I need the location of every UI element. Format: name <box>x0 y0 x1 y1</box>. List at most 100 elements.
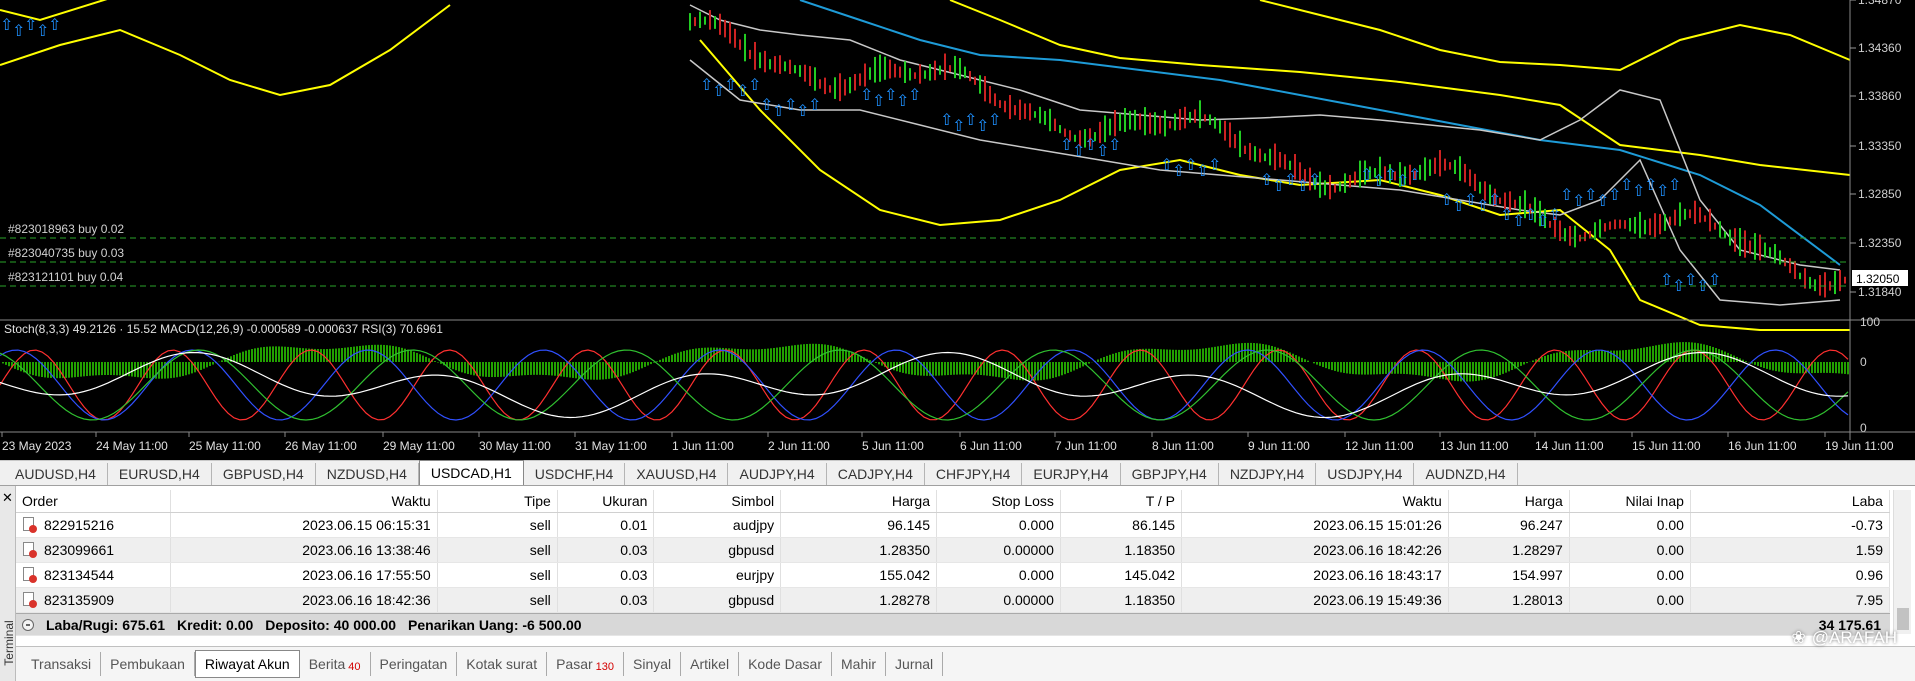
symbol-tab-nzdjpy-h4[interactable]: NZDJPY,H4 <box>1219 463 1317 485</box>
tab-berita[interactable]: Berita 40 <box>300 652 371 676</box>
table-row[interactable]: 823134544 2023.06.16 17:55:50 sell 0.03 eurj… <box>16 563 1890 588</box>
table-cell: eurjpy <box>654 563 782 587</box>
symbol-tab-gbpjpy-h4[interactable]: GBPJPY,H4 <box>1121 463 1219 485</box>
tab-transaksi[interactable]: Transaksi <box>22 652 102 676</box>
symbol-tab-nzdusd-h4[interactable]: NZDUSD,H4 <box>316 463 419 485</box>
order-cell: 823099661 <box>16 538 171 562</box>
table-cell: 0.00 <box>1570 538 1691 562</box>
tab-riwayat-akun[interactable]: Riwayat Akun <box>194 650 300 678</box>
watermark-logo-icon: ❀ <box>1791 628 1806 647</box>
time-label: 25 May 11:00 <box>189 439 261 453</box>
column-header-harga[interactable]: Harga <box>1449 490 1570 512</box>
watermark: ❀ @ARAFAH <box>1791 628 1897 648</box>
tab-label: Transaksi <box>31 656 92 672</box>
table-cell: 0.96 <box>1691 563 1890 587</box>
buy-arrow-icon: ⇧ <box>1668 175 1681 194</box>
table-cell: 1.28297 <box>1449 538 1570 562</box>
upper-band-line <box>1259 0 1851 72</box>
tab-jurnal[interactable]: Jurnal <box>886 652 944 676</box>
column-header-simbol[interactable]: Simbol <box>654 490 782 512</box>
column-header-tipe[interactable]: Tipe <box>438 490 558 512</box>
symbol-tab-eurusd-h4[interactable]: EURUSD,H4 <box>108 463 212 485</box>
table-cell: 154.997 <box>1449 563 1570 587</box>
closed-order-icon <box>22 592 38 608</box>
time-label: 8 Jun 11:00 <box>1152 439 1214 453</box>
table-scrollbar[interactable] <box>1893 490 1911 634</box>
summary-row: Laba/Rugi: 675.61 Kredit: 0.00 Deposito:… <box>16 613 1890 636</box>
column-header-ukuran[interactable]: Ukuran <box>558 490 655 512</box>
table-cell: 1.28278 <box>781 588 938 612</box>
time-label: 1 Jun 11:00 <box>672 439 734 453</box>
column-header-laba[interactable]: Laba <box>1691 490 1890 512</box>
symbol-tab-usdjpy-h4[interactable]: USDJPY,H4 <box>1316 463 1415 485</box>
column-header-harga[interactable]: Harga <box>781 490 938 512</box>
symbol-tab-xauusd-h4[interactable]: XAUUSD,H4 <box>625 463 729 485</box>
symbol-tab-chfjpy-h4[interactable]: CHFJPY,H4 <box>925 463 1023 485</box>
tab-artikel[interactable]: Artikel <box>681 652 740 676</box>
symbol-tab-audnzd-h4[interactable]: AUDNZD,H4 <box>1414 463 1518 485</box>
column-header-nilai-inap[interactable]: Nilai Inap <box>1570 490 1691 512</box>
buy-arrow-icon: ⇧ <box>908 85 921 104</box>
column-header-stop-loss[interactable]: Stop Loss <box>937 490 1061 512</box>
column-header-waktu[interactable]: Waktu <box>1182 490 1449 512</box>
column-header-t---p[interactable]: T / P <box>1061 490 1182 512</box>
time-label: 6 Jun 11:00 <box>960 439 1022 453</box>
tab-badge: 40 <box>348 661 361 673</box>
table-cell: sell <box>438 513 558 537</box>
tab-peringatan[interactable]: Peringatan <box>371 652 458 676</box>
tab-label: Sinyal <box>633 656 672 672</box>
table-cell: 96.145 <box>781 513 938 537</box>
table-cell: 0.03 <box>558 563 655 587</box>
table-cell: audjpy <box>654 513 782 537</box>
time-label: 7 Jun 11:00 <box>1055 439 1117 453</box>
symbol-tab-eurjpy-h4[interactable]: EURJPY,H4 <box>1022 463 1121 485</box>
tab-kotak-surat[interactable]: Kotak surat <box>457 652 548 676</box>
symbol-tab-gbpusd-h4[interactable]: GBPUSD,H4 <box>212 463 316 485</box>
symbol-tab-usdchf-h4[interactable]: USDCHF,H4 <box>524 463 626 485</box>
time-label: 31 May 11:00 <box>575 439 647 453</box>
symbol-tab-cadjpy-h4[interactable]: CADJPY,H4 <box>827 463 925 485</box>
penarikan-uang: Penarikan Uang: -6 500.00 <box>408 616 582 633</box>
tab-kode-dasar[interactable]: Kode Dasar <box>739 652 833 676</box>
table-cell: 1.28013 <box>1449 588 1570 612</box>
order-number: 823134544 <box>44 567 115 583</box>
column-header-order[interactable]: Order <box>16 490 171 512</box>
tab-pembukaan[interactable]: Pembukaan <box>101 652 195 676</box>
table-cell: 0.000 <box>937 563 1061 587</box>
price-label: 1.33860 <box>1858 89 1902 103</box>
laba-rugi: Laba/Rugi: 675.61 <box>46 616 166 633</box>
tab-sinyal[interactable]: Sinyal <box>624 652 682 676</box>
table-row[interactable]: 823135909 2023.06.16 18:42:36 sell 0.03 gbpu… <box>16 588 1890 613</box>
table-row[interactable]: 822915216 2023.06.15 06:15:31 sell 0.01 audj… <box>16 513 1890 538</box>
indicator-label: Stoch(8,3,3) 49.2126 · 15.52 MACD(12,26,… <box>4 322 443 336</box>
chart-canvas[interactable]: ⇧⇧⇧⇧⇧⇧⇧⇧⇧⇧⇧⇧⇧⇧⇧⇧⇧⇧⇧⇧⇧⇧⇧⇧⇧⇧⇧⇧⇧⇧⇧⇧⇧⇧⇧⇧⇧⇧⇧⇧… <box>0 0 1915 460</box>
symbol-tab-usdcad-h1[interactable]: USDCAD,H1 <box>418 460 524 485</box>
table-row[interactable]: 823099661 2023.06.16 13:38:46 sell 0.03 gbpu… <box>16 538 1890 563</box>
scroll-thumb[interactable] <box>1897 608 1909 630</box>
tab-label: Mahir <box>841 656 877 672</box>
tab-mahir[interactable]: Mahir <box>832 652 887 676</box>
tab-pasar[interactable]: Pasar 130 <box>547 652 625 676</box>
tab-label: Riwayat Akun <box>204 656 290 672</box>
table-cell: 1.28350 <box>781 538 938 562</box>
table-cell: 1.18350 <box>1061 588 1182 612</box>
symbol-tab-audjpy-h4[interactable]: AUDJPY,H4 <box>728 463 827 485</box>
account-history-table: Order Waktu Tipe Ukuran Simbol Harga Stop Loss… <box>16 490 1890 636</box>
buy-arrow-icon: ⇧ <box>748 75 761 94</box>
time-label: 9 Jun 11:00 <box>1248 439 1310 453</box>
close-icon[interactable]: ✕ <box>2 490 13 506</box>
price-chart[interactable]: ⇧ ⇧ ⇧ ⇧ ⇧ ⇧ ⇧ ⇧ ⇧ ⇧ ⇧ ⇧ ⇧ ⇧ ⇧ ⇧ ⇧ ⇧ ⇧ ⇧ ⇧ ⇧ ⇧ ⇧ ⇧ ⇧ ⇧ ⇧ ⇧ ⇧ ⇧ ⇧ ⇧ ⇧ ⇧ ⇧ ⇧ ⇧ ⇧ ⇧… <box>0 0 1915 460</box>
buy-arrow-icon: ⇧ <box>1108 135 1121 154</box>
table-cell: 1.18350 <box>1061 538 1182 562</box>
oscillator-line <box>0 349 1849 421</box>
time-label: 14 Jun 11:00 <box>1535 439 1604 453</box>
price-label: 1.34360 <box>1858 41 1902 55</box>
table-cell: 7.95 <box>1691 588 1890 612</box>
time-label: 30 May 11:00 <box>479 439 551 453</box>
column-header-waktu[interactable]: Waktu <box>171 490 438 512</box>
buy-arrow-icon: ⇧ <box>1308 170 1321 189</box>
time-label: 23 May 2023 <box>2 439 72 453</box>
buy-arrow-icon: ⇧ <box>808 95 821 114</box>
order-cell: 822915216 <box>16 513 171 537</box>
symbol-tab-audusd-h4[interactable]: AUDUSD,H4 <box>4 463 108 485</box>
